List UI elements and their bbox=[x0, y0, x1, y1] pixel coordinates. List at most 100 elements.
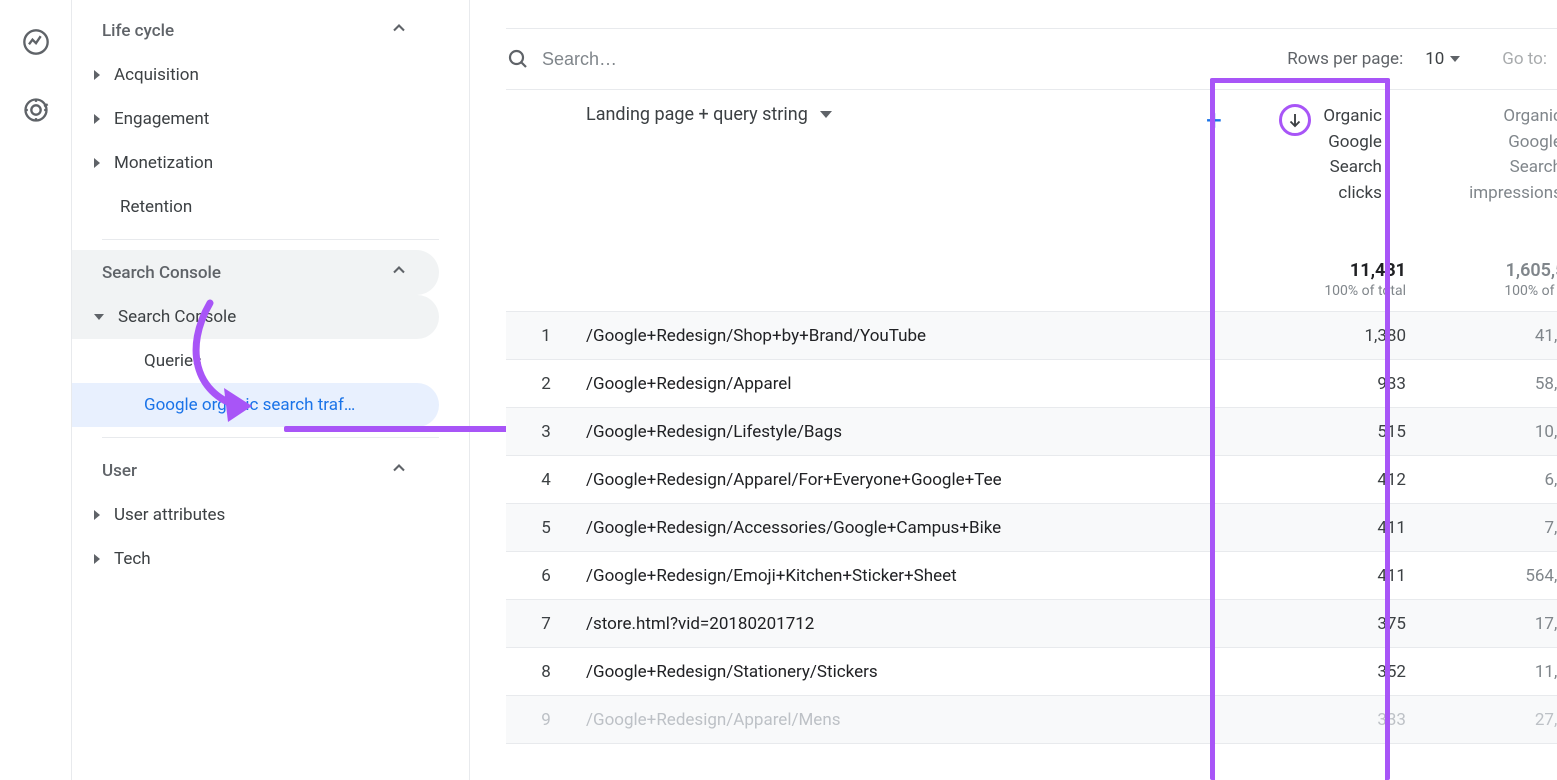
row-impressions: 27,812 bbox=[1416, 710, 1557, 730]
section-label: User bbox=[102, 461, 389, 481]
icon-rail bbox=[0, 0, 72, 780]
total-clicks: 11,431 100% of total bbox=[1246, 260, 1416, 299]
nav-organic-traffic[interactable]: Google organic search traf… bbox=[72, 383, 439, 427]
table-row[interactable]: 5/Google+Redesign/Accessories/Google+Cam… bbox=[506, 504, 1557, 552]
nav-monetization[interactable]: Monetization bbox=[72, 141, 439, 185]
metric-line: Search bbox=[1323, 155, 1382, 181]
rows-per-page-select[interactable]: 10 bbox=[1425, 49, 1460, 69]
main-content: Rows per page: 10 Go to: Landing page + … bbox=[470, 0, 1557, 780]
total-value: 1,605,536 bbox=[1416, 260, 1557, 281]
dimension-selector[interactable]: Landing page + query string bbox=[506, 104, 1206, 125]
chevron-up-icon bbox=[389, 18, 409, 43]
table-controls: Rows per page: 10 Go to: bbox=[506, 28, 1557, 89]
nav-user-attributes[interactable]: User attributes bbox=[72, 493, 439, 537]
row-impressions: 10,410 bbox=[1416, 422, 1557, 442]
metric-header-impressions[interactable]: Organic Google Search impressions bbox=[1392, 104, 1557, 206]
row-page: /Google+Redesign/Lifestyle/Bags bbox=[586, 422, 1246, 442]
row-page: /Google+Redesign/Stationery/Stickers bbox=[586, 662, 1246, 682]
nav-label: Search Console bbox=[118, 307, 236, 327]
row-impressions: 58,187 bbox=[1416, 374, 1557, 394]
nav-acquisition[interactable]: Acquisition bbox=[72, 53, 439, 97]
row-page: /Google+Redesign/Emoji+Kitchen+Sticker+S… bbox=[586, 566, 1246, 586]
row-page: /Google+Redesign/Accessories/Google+Camp… bbox=[586, 518, 1246, 538]
metric-line: Search bbox=[1510, 155, 1557, 181]
nav-retention[interactable]: Retention bbox=[72, 185, 439, 229]
nav-engagement[interactable]: Engagement bbox=[72, 97, 439, 141]
row-clicks: 515 bbox=[1246, 422, 1416, 442]
table-row[interactable]: 4/Google+Redesign/Apparel/For+Everyone+G… bbox=[506, 456, 1557, 504]
row-clicks: 412 bbox=[1246, 470, 1416, 490]
row-clicks: 352 bbox=[1246, 662, 1416, 682]
metric-line: impressions bbox=[1469, 181, 1557, 207]
section-label: Life cycle bbox=[102, 21, 389, 41]
rows-per-page-label: Rows per page: bbox=[1287, 49, 1403, 69]
row-number: 3 bbox=[506, 422, 586, 442]
metric-header-clicks[interactable]: Organic Google Search clicks bbox=[1222, 104, 1392, 206]
dropdown-icon bbox=[1450, 56, 1460, 62]
row-number: 1 bbox=[506, 326, 586, 346]
add-dimension-button[interactable]: + bbox=[1206, 104, 1222, 137]
totals-row: 11,431 100% of total 1,605,536 100% of t… bbox=[506, 220, 1557, 312]
section-search-console[interactable]: Search Console bbox=[72, 250, 439, 295]
total-value: 11,431 bbox=[1246, 260, 1406, 281]
table-row[interactable]: 2/Google+Redesign/Apparel93358,187 bbox=[506, 360, 1557, 408]
section-label: Search Console bbox=[102, 263, 389, 283]
row-impressions: 17,417 bbox=[1416, 614, 1557, 634]
nav-search-console[interactable]: Search Console bbox=[72, 295, 439, 339]
expand-icon bbox=[94, 114, 100, 124]
metric-line: Google bbox=[1323, 130, 1382, 156]
section-user[interactable]: User bbox=[72, 448, 439, 493]
table-row[interactable]: 1/Google+Redesign/Shop+by+Brand/YouTube1… bbox=[506, 312, 1557, 360]
reports-icon[interactable] bbox=[22, 28, 50, 56]
rows-per-page-value: 10 bbox=[1425, 49, 1444, 69]
row-number: 6 bbox=[506, 566, 586, 586]
search-input[interactable] bbox=[542, 49, 1275, 70]
total-sub: 100% of total bbox=[1246, 283, 1406, 299]
row-number: 2 bbox=[506, 374, 586, 394]
search-icon[interactable] bbox=[506, 47, 530, 71]
explore-icon[interactable] bbox=[22, 96, 50, 124]
row-clicks: 411 bbox=[1246, 518, 1416, 538]
sort-descending-icon bbox=[1279, 104, 1311, 136]
nav-tech[interactable]: Tech bbox=[72, 537, 439, 581]
nav-queries[interactable]: Queries bbox=[72, 339, 439, 383]
chevron-up-icon bbox=[389, 458, 409, 483]
nav-label: Tech bbox=[114, 549, 151, 569]
table-header: Landing page + query string + Organic Go… bbox=[506, 90, 1557, 220]
divider bbox=[102, 437, 439, 438]
nav-label: Monetization bbox=[114, 153, 213, 173]
nav-label: Engagement bbox=[114, 109, 209, 129]
row-number: 4 bbox=[506, 470, 586, 490]
collapse-icon bbox=[94, 314, 104, 320]
table-row[interactable]: 9/Google+Redesign/Apparel/Mens33327,812 bbox=[506, 696, 1557, 744]
row-impressions: 7,933 bbox=[1416, 518, 1557, 538]
expand-icon bbox=[94, 510, 100, 520]
row-page: /Google+Redesign/Apparel bbox=[586, 374, 1246, 394]
row-clicks: 411 bbox=[1246, 566, 1416, 586]
chevron-up-icon bbox=[389, 260, 409, 285]
row-clicks: 333 bbox=[1246, 710, 1416, 730]
divider bbox=[102, 239, 439, 240]
row-number: 5 bbox=[506, 518, 586, 538]
row-clicks: 375 bbox=[1246, 614, 1416, 634]
dropdown-icon bbox=[820, 111, 832, 118]
sidebar: Life cycle Acquisition Engagement Moneti… bbox=[72, 0, 470, 780]
row-impressions: 41,401 bbox=[1416, 326, 1557, 346]
table-row[interactable]: 7/store.html?vid=2018020171237517,417 bbox=[506, 600, 1557, 648]
total-sub: 100% of total bbox=[1416, 283, 1557, 299]
expand-icon bbox=[94, 554, 100, 564]
section-life-cycle[interactable]: Life cycle bbox=[72, 8, 439, 53]
total-impressions: 1,605,536 100% of total bbox=[1416, 260, 1557, 299]
table-row[interactable]: 8/Google+Redesign/Stationery/Stickers352… bbox=[506, 648, 1557, 696]
table-row[interactable]: 3/Google+Redesign/Lifestyle/Bags51510,41… bbox=[506, 408, 1557, 456]
expand-icon bbox=[94, 70, 100, 80]
metric-line: clicks bbox=[1323, 181, 1382, 207]
row-number: 8 bbox=[506, 662, 586, 682]
dimension-label: Landing page + query string bbox=[586, 104, 808, 125]
table-row[interactable]: 6/Google+Redesign/Emoji+Kitchen+Sticker+… bbox=[506, 552, 1557, 600]
row-clicks: 933 bbox=[1246, 374, 1416, 394]
row-page: /Google+Redesign/Apparel/For+Everyone+Go… bbox=[586, 470, 1246, 490]
row-impressions: 11,100 bbox=[1416, 662, 1557, 682]
row-number: 7 bbox=[506, 614, 586, 634]
data-table: Landing page + query string + Organic Go… bbox=[506, 89, 1557, 744]
